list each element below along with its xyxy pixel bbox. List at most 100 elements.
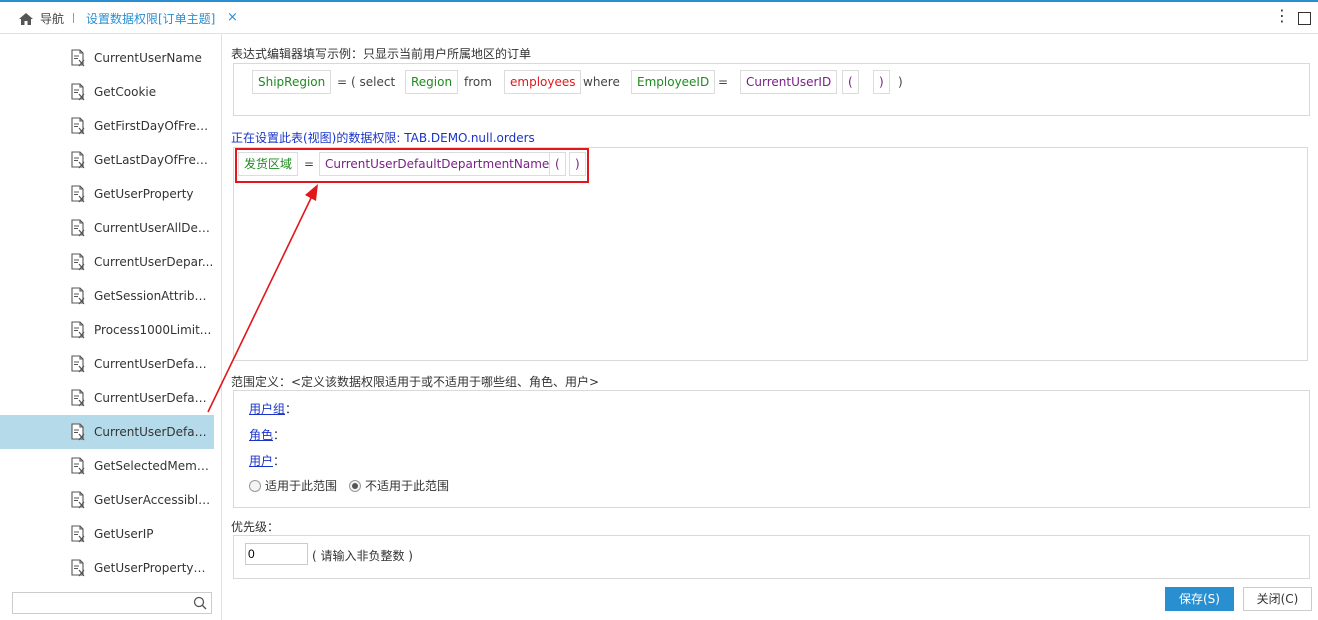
apply-radio-label: 适用于此范围 [265, 479, 338, 493]
sidebar-function-label: CurrentUserAllDep... [94, 221, 214, 235]
nav-home-button[interactable]: 导航 [18, 10, 64, 27]
save-button[interactable]: 保存(S) [1165, 587, 1234, 611]
example-token-lparen: ( [842, 70, 859, 94]
sidebar-function-label: CurrentUserDefaul... [94, 391, 214, 405]
sidebar-function-item[interactable]: GetUserProperty [0, 177, 214, 211]
user-group-row: 用户组： [249, 400, 297, 417]
scope-box: 用户组： 角色： 用户： 适用于此范围 不适用于此范围 [233, 390, 1310, 508]
sidebar-function-label: GetCookie [94, 85, 157, 99]
example-token-from: from [464, 75, 492, 89]
example-token-eq2: = [718, 75, 729, 89]
sidebar-function-item[interactable]: CurrentUserDepar... [0, 245, 214, 279]
home-icon [19, 12, 33, 25]
sidebar-function-label: CurrentUserDepar... [94, 255, 214, 269]
sidebar-function-item[interactable]: CurrentUserDefaul... [0, 415, 214, 449]
sidebar-function-item[interactable]: GetSessionAttribute [0, 279, 214, 313]
priority-hint: ( 请输入非负整数 ) [312, 549, 413, 563]
sidebar-function-label: GetSessionAttribute [94, 289, 214, 303]
function-icon [70, 185, 86, 203]
tab-close-icon[interactable]: × [227, 10, 238, 25]
sidebar-function-label: CurrentUserDefaul... [94, 425, 214, 439]
sidebar-function-item[interactable]: GetCookie [0, 75, 214, 109]
role-link[interactable]: 角色 [249, 428, 273, 442]
not-apply-radio[interactable] [349, 479, 361, 492]
example-token-employeeid: EmployeeID [631, 70, 716, 94]
sidebar-function-label: GetFirstDayOfFreq... [94, 119, 214, 133]
example-heading: 表达式编辑器填写示例：只显示当前用户所属地区的订单 [231, 47, 532, 61]
function-icon [70, 491, 86, 509]
example-token-where: where [583, 75, 620, 89]
sidebar-function-item[interactable]: CurrentUserAllDep... [0, 211, 214, 245]
sidebar-function-label: GetUserProperty [94, 187, 194, 201]
expression-highlight-frame [235, 148, 589, 183]
function-icon [70, 219, 86, 237]
function-icon [70, 83, 86, 101]
sidebar-function-label: GetUserAccessible... [94, 493, 214, 507]
close-button[interactable]: 关闭(C) [1243, 587, 1312, 611]
sidebar-search [12, 592, 212, 614]
sidebar-function-label: CurrentUserDefaul... [94, 357, 214, 371]
function-icon [70, 457, 86, 475]
sidebar-function-item[interactable]: CurrentUserName [0, 41, 214, 75]
maximize-icon[interactable] [1298, 12, 1311, 25]
user-colon: ： [273, 454, 286, 468]
function-icon [70, 151, 86, 169]
sidebar-function-item[interactable]: GetUserIP [0, 517, 214, 551]
function-icon [70, 253, 86, 271]
editor-heading: 正在设置此表(视图)的数据权限: TAB.DEMO.null.orders [231, 131, 535, 145]
user-group-colon: ： [285, 402, 298, 416]
function-icon [70, 49, 86, 67]
sidebar-function-item[interactable]: CurrentUserDefaul... [0, 381, 214, 415]
sidebar-function-label: Process1000Limit... [94, 323, 212, 337]
function-icon [70, 287, 86, 305]
sidebar-function-item[interactable]: GetUserPropertyW... [0, 551, 214, 585]
example-token-currentuserid: CurrentUserID [740, 70, 838, 94]
scope-heading: 范围定义：<定义该数据权限适用于或不适用于哪些组、角色、用户> [231, 375, 600, 389]
function-list-sidebar: CurrentUserName GetCookie GetFirstDayOfFre… [0, 34, 222, 620]
more-menu-icon[interactable]: ⋮ [1274, 8, 1290, 24]
sidebar-function-item[interactable]: CurrentUserDefaul... [0, 347, 214, 381]
apply-radio-option[interactable]: 适用于此范围 [249, 477, 337, 494]
example-token-rparen: ) [873, 70, 890, 94]
role-row: 角色： [249, 426, 285, 443]
not-apply-radio-label: 不适用于此范围 [365, 479, 450, 493]
sidebar-function-label: GetSelectedMemb... [94, 459, 214, 473]
function-icon [70, 355, 86, 373]
example-token-shipregion: ShipRegion [252, 70, 332, 94]
sidebar-function-item[interactable]: GetFirstDayOfFreq... [0, 109, 214, 143]
apply-radio[interactable] [249, 479, 261, 492]
priority-input[interactable] [245, 543, 308, 565]
function-icon [70, 117, 86, 135]
sidebar-function-item[interactable]: GetSelectedMemb... [0, 449, 214, 483]
priority-heading: 优先级： [231, 520, 280, 534]
function-icon [70, 559, 86, 577]
example-token-region: Region [405, 70, 459, 94]
sidebar-function-label: GetUserIP [94, 527, 154, 541]
top-bar: 导航 设置数据权限[订单主题] × ⋮ [0, 0, 1318, 34]
example-token-employees: employees [504, 70, 582, 94]
sidebar-function-item[interactable]: GetLastDayOfFreq... [0, 143, 214, 177]
function-icon [70, 321, 86, 339]
user-row: 用户： [249, 452, 285, 469]
sidebar-function-item[interactable]: Process1000Limit... [0, 313, 214, 347]
function-icon [70, 423, 86, 441]
example-token-eq: = [337, 75, 348, 89]
search-icon[interactable] [193, 596, 207, 610]
tab-data-permission[interactable]: 设置数据权限[订单主题] [86, 10, 215, 27]
sidebar-function-label: GetLastDayOfFreq... [94, 153, 214, 167]
user-link[interactable]: 用户 [249, 454, 273, 468]
tab-separator [73, 13, 74, 23]
role-colon: ： [273, 428, 286, 442]
sidebar-function-item[interactable]: GetUserAccessible... [0, 483, 214, 517]
function-icon [70, 525, 86, 543]
home-label: 导航 [40, 12, 65, 26]
example-expression-box: ShipRegion = ( select Region from employ… [233, 63, 1310, 116]
function-icon [70, 389, 86, 407]
user-group-link[interactable]: 用户组 [249, 402, 285, 416]
sidebar-function-label: GetUserPropertyW... [94, 561, 214, 575]
sidebar-search-input[interactable] [13, 593, 189, 613]
sidebar-function-label: CurrentUserName [94, 51, 202, 65]
example-token-select: ( select [351, 75, 396, 89]
not-apply-radio-option[interactable]: 不适用于此范围 [349, 477, 449, 494]
example-token-close: ) [898, 75, 903, 89]
